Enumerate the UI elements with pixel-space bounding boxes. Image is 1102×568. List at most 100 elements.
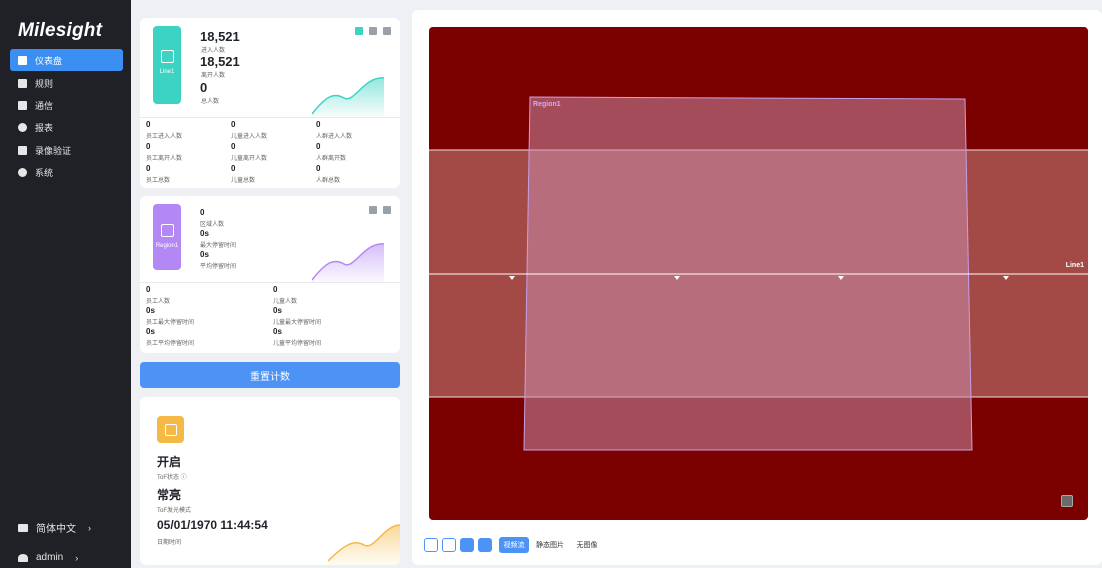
line-badge-label: Line1 [159,69,175,75]
mode-no-image[interactable]: 无图像 [570,537,604,553]
tof-trend-sparkline [328,524,400,565]
report-icon [18,122,27,132]
mode-video-stream[interactable]: 视频流 [499,537,529,553]
sidebar: Milesight 仪表盘 规则 通信 报表 录像验证 系统 简体中文 › ad… [0,0,131,568]
tof-icon [164,423,177,436]
total-count-label: 总人数 [201,99,220,105]
stat-label: 儿童平均停留时间 [273,341,322,347]
region-badge: Region1 [153,204,181,270]
stat-value: 0s [146,306,155,315]
stat-value: 0 [146,164,151,173]
stat-label: 儿童离开人数 [231,156,268,162]
stat-label: 员工人数 [146,299,171,305]
divider [140,282,400,283]
divider [140,117,400,118]
language-selector[interactable]: 简体中文 › [18,520,91,535]
swap-direction-tool-icon[interactable] [478,538,492,552]
tof-light-label: ToF发光模式 [157,508,192,514]
stat-value: 0s [273,327,282,336]
region-count: 0 [200,208,205,217]
tof-status-label: ToF状态 ⓘ [157,475,187,481]
stat-value: 0 [146,120,151,129]
sidebar-item-label: 规则 [35,78,54,89]
chevron-right-icon: › [75,552,79,563]
sidebar-item-label: 系统 [35,167,54,178]
region-max-dwell-label: 最大停留时间 [200,243,237,249]
region-count-label: 区域人数 [200,222,225,228]
sidebar-item-label: 通信 [35,100,54,111]
stat-label: 人群进入人数 [316,134,353,140]
stat-value: 0s [273,306,282,315]
draw-region-tool-icon[interactable] [442,538,456,552]
video-verify-icon [18,145,27,155]
stat-value: 0 [146,142,151,151]
stat-value: 0 [316,120,321,129]
stat-value: 0 [231,120,236,129]
stat-value: 0 [273,285,278,294]
stat-label: 儿童最大停留时间 [273,320,322,326]
out-count-label: 离开人数 [201,73,226,79]
communication-icon [18,100,27,110]
stat-label: 员工平均停留时间 [146,341,195,347]
gear-icon [18,167,27,177]
sidebar-item-video-verify[interactable]: 录像验证 [10,139,123,161]
region-avg-dwell: 0s [200,250,209,259]
language-label: 简体中文 [36,524,76,535]
sidebar-item-label: 仪表盘 [35,55,63,66]
region-trend-sparkline [312,243,384,282]
video-canvas[interactable]: Region1 Line1 [429,27,1088,520]
line-icon [160,50,174,63]
video-overlay [429,96,1088,451]
region-overlay-label: Region1 [533,101,561,108]
tof-badge [157,416,184,443]
out-count: 18,521 [200,54,240,69]
stat-label: 人群离开数 [316,156,347,162]
snapshot-tool-icon[interactable] [460,538,474,552]
in-count-label: 进入人数 [201,48,226,54]
sidebar-item-system[interactable]: 系统 [10,161,123,183]
sidebar-item-label: 录像验证 [35,145,72,156]
sidebar-item-dashboard[interactable]: 仪表盘 [10,49,123,71]
region-badge-label: Region1 [155,243,179,249]
stat-label: 人群总数 [316,178,341,184]
stat-label: 员工总数 [146,178,171,184]
sidebar-item-communication[interactable]: 通信 [10,94,123,116]
stat-value: 0 [231,142,236,151]
datetime-label: 日期时间 [157,540,182,546]
dashboard-icon [18,55,27,65]
line-trend-sparkline [312,77,384,116]
line-settings-icon[interactable] [383,27,391,35]
sidebar-item-label: 报表 [35,122,54,133]
rules-icon [18,78,27,88]
tof-status-value: 开启 [157,455,182,469]
stat-value: 0 [146,285,151,294]
stat-label: 员工离开人数 [146,156,183,162]
stat-value: 0s [146,327,155,336]
line-chart-icon[interactable] [369,27,377,35]
region-chart-icon[interactable] [369,206,377,214]
region-avg-dwell-label: 平均停留时间 [200,264,237,270]
sidebar-item-report[interactable]: 报表 [10,116,123,138]
line-badge: Line1 [153,26,181,104]
chevron-right-icon: › [88,522,91,533]
stat-label: 儿童总数 [231,178,256,184]
draw-line-tool-icon[interactable] [424,538,438,552]
fullscreen-icon[interactable] [1061,495,1073,507]
user-icon [18,553,28,562]
total-count: 0 [200,80,208,95]
reset-count-button[interactable]: 重置计数 [140,362,400,388]
brand-logo: Milesight [18,20,103,41]
datetime-value: 05/01/1970 11:44:54 [157,518,268,532]
stat-label: 儿童进入人数 [231,134,268,140]
sidebar-item-rules[interactable]: 规则 [10,72,123,94]
line-export-icon[interactable] [355,27,363,35]
line-overlay-label: Line1 [1065,262,1084,269]
mode-static-image[interactable]: 静态图片 [532,537,568,553]
user-label: admin [36,552,64,563]
region-max-dwell: 0s [200,229,209,238]
stat-value: 0 [316,142,321,151]
region-settings-icon[interactable] [383,206,391,214]
stat-value: 0 [316,164,321,173]
stat-label: 员工进入人数 [146,134,183,140]
user-menu[interactable]: admin › [18,552,78,563]
